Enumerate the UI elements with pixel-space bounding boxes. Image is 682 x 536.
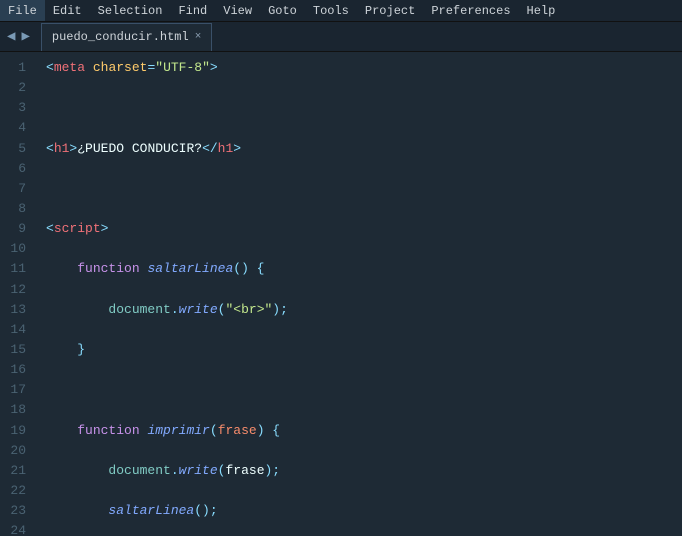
editor-area: 1 2 3 4 5 6 7 8 9 10 11 12 13 14 15 16 1… <box>0 52 682 536</box>
nav-forward-icon[interactable]: ▶ <box>18 26 32 47</box>
line-num: 12 <box>6 280 26 300</box>
line-num: 15 <box>6 340 26 360</box>
line-num: 17 <box>6 380 26 400</box>
code-line <box>46 179 682 199</box>
line-num: 8 <box>6 199 26 219</box>
menu-bar: File Edit Selection Find View Goto Tools… <box>0 0 682 22</box>
line-num: 16 <box>6 360 26 380</box>
code-line: function saltarLinea() { <box>46 259 682 279</box>
line-num: 10 <box>6 239 26 259</box>
line-num: 2 <box>6 78 26 98</box>
code-line: <script> <box>46 219 682 239</box>
line-num: 4 <box>6 118 26 138</box>
line-num: 14 <box>6 320 26 340</box>
line-num: 5 <box>6 139 26 159</box>
code-line: document.write("<br>"); <box>46 300 682 320</box>
line-num: 6 <box>6 159 26 179</box>
menu-view[interactable]: View <box>215 0 260 21</box>
tab-close-button[interactable]: × <box>195 31 202 43</box>
line-num: 22 <box>6 481 26 501</box>
code-editor[interactable]: <meta charset="UTF-8"> <h1>¿PUEDO CONDUC… <box>36 52 682 536</box>
line-num: 7 <box>6 179 26 199</box>
nav-back-icon[interactable]: ◀ <box>4 26 18 47</box>
tab-label: puedo_conducir.html <box>52 30 189 44</box>
line-num: 3 <box>6 98 26 118</box>
menu-find[interactable]: Find <box>170 0 215 21</box>
menu-project[interactable]: Project <box>357 0 423 21</box>
line-num: 11 <box>6 259 26 279</box>
line-num: 23 <box>6 501 26 521</box>
line-num: 13 <box>6 300 26 320</box>
tab-bar: ◀ ▶ puedo_conducir.html × <box>0 22 682 52</box>
line-num: 24 <box>6 521 26 536</box>
nav-arrows: ◀ ▶ <box>0 26 37 47</box>
code-line: document.write(frase); <box>46 461 682 481</box>
line-num: 21 <box>6 461 26 481</box>
menu-help[interactable]: Help <box>519 0 564 21</box>
code-line: saltarLinea(); <box>46 501 682 521</box>
code-line <box>46 380 682 400</box>
line-num: 9 <box>6 219 26 239</box>
menu-selection[interactable]: Selection <box>90 0 171 21</box>
code-line: } <box>46 340 682 360</box>
line-num: 18 <box>6 400 26 420</box>
line-num: 1 <box>6 58 26 78</box>
code-line: function imprimir(frase) { <box>46 421 682 441</box>
menu-preferences[interactable]: Preferences <box>423 0 518 21</box>
code-line: <meta charset="UTF-8"> <box>46 58 682 78</box>
tab-puedo-conducir[interactable]: puedo_conducir.html × <box>41 23 212 51</box>
menu-file[interactable]: File <box>0 0 45 21</box>
menu-goto[interactable]: Goto <box>260 0 305 21</box>
line-num: 20 <box>6 441 26 461</box>
code-line <box>46 98 682 118</box>
line-num: 19 <box>6 421 26 441</box>
menu-tools[interactable]: Tools <box>305 0 357 21</box>
menu-edit[interactable]: Edit <box>45 0 90 21</box>
line-numbers: 1 2 3 4 5 6 7 8 9 10 11 12 13 14 15 16 1… <box>0 52 36 536</box>
code-line: <h1>¿PUEDO CONDUCIR?</h1> <box>46 139 682 159</box>
